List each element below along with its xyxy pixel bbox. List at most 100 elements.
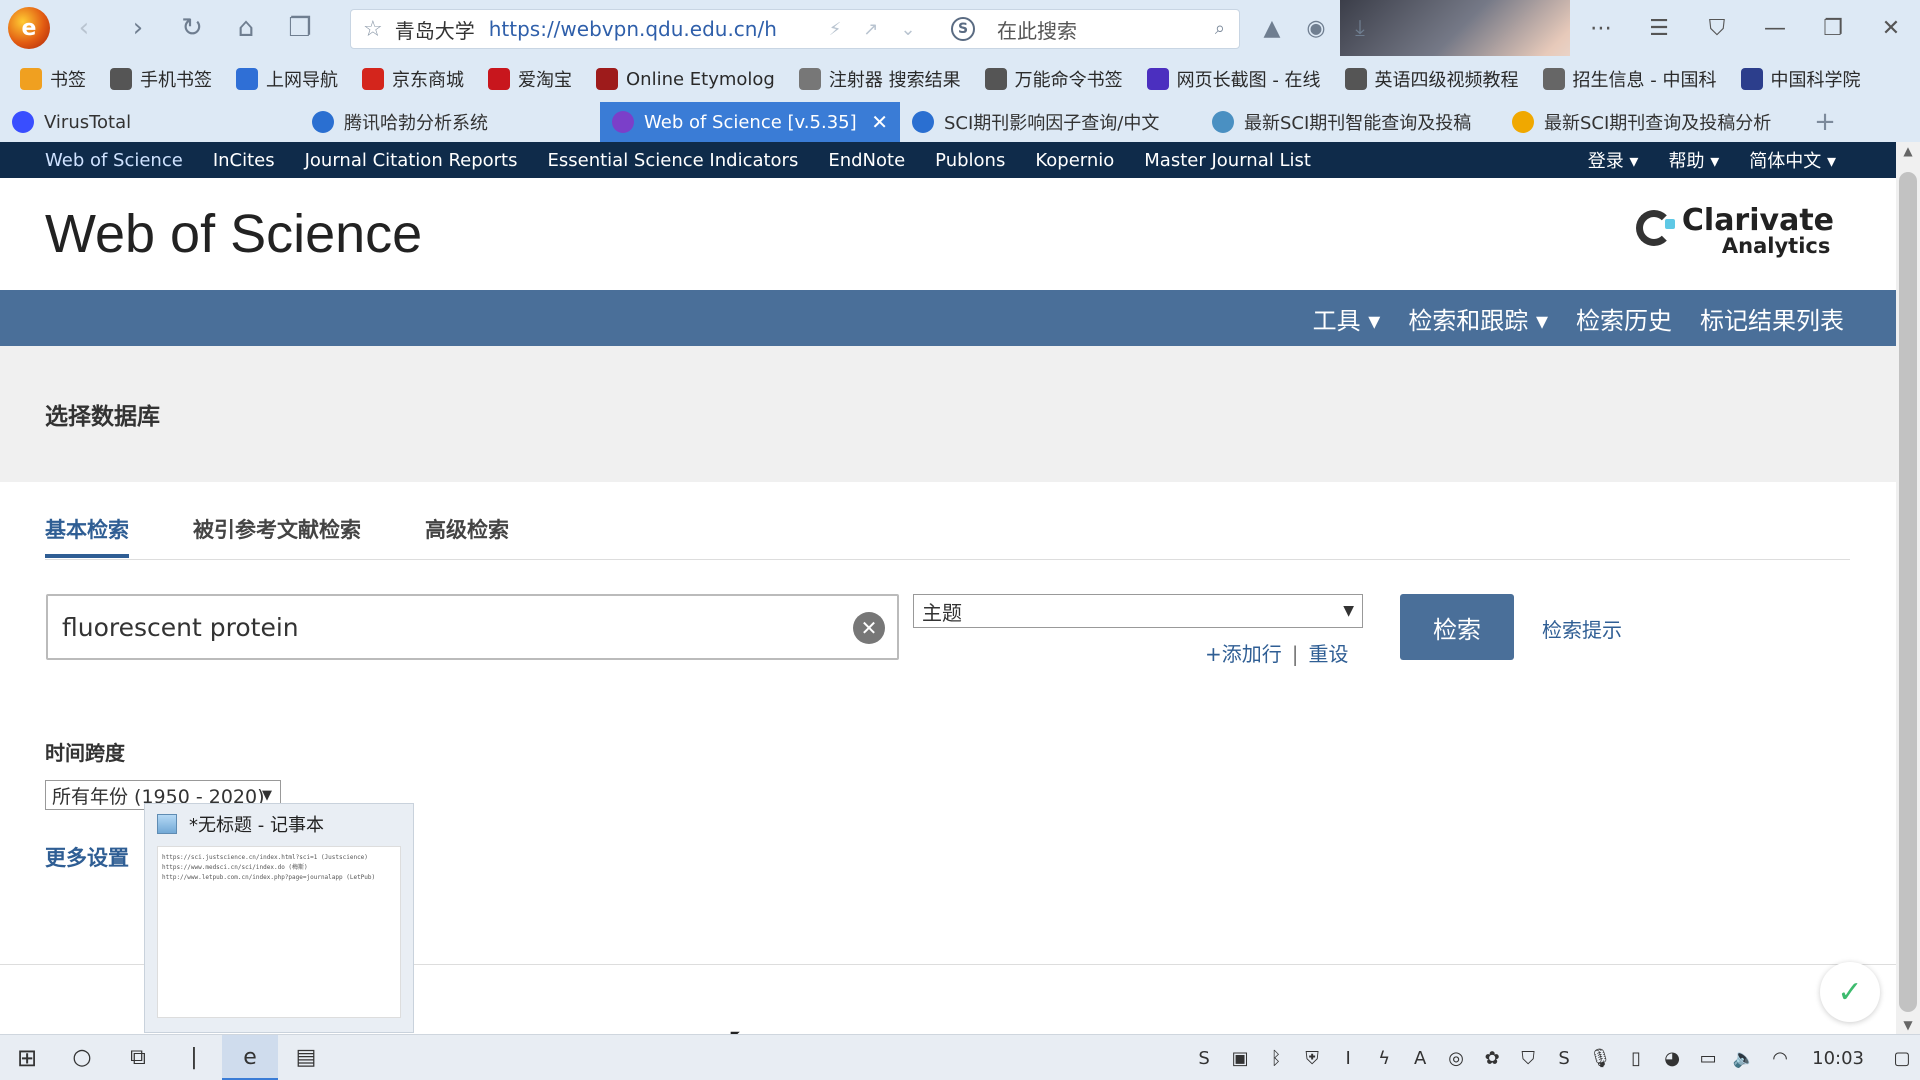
bookmark-item[interactable]: 爱淘宝 xyxy=(488,66,572,92)
search-history-link[interactable]: 检索历史 xyxy=(1576,301,1672,336)
shirt-icon[interactable]: ⛉ xyxy=(1688,16,1746,41)
bookmark-item[interactable]: 网页长截图 - 在线 xyxy=(1146,66,1321,92)
login-menu[interactable]: 登录 ▾ xyxy=(1588,147,1639,173)
bookmark-item[interactable]: 上网导航 xyxy=(236,66,338,92)
system-tray: S ▣ ᛒ ⛨ I ϟ A ◎ ✿ ⛉ S 🎙 ▯ ◕ ▭ 🔈 ◠ 10:03 … xyxy=(1186,1035,1920,1080)
notification-icon[interactable]: ▢ xyxy=(1884,1048,1920,1069)
reader-icon[interactable]: ❐ xyxy=(280,8,320,48)
select-database[interactable]: 选择数据库 xyxy=(0,346,1896,482)
topnav-esi[interactable]: Essential Science Indicators xyxy=(548,150,799,171)
browser-tab[interactable]: 最新SCI期刊智能查询及投稿 xyxy=(1200,102,1500,142)
sogou-icon[interactable]: S xyxy=(1546,1048,1582,1069)
url-text[interactable]: https://webvpn.qdu.edu.cn/h xyxy=(489,17,809,41)
clarivate-logo[interactable]: Clarivate Analytics xyxy=(1635,206,1834,257)
font-icon[interactable]: A xyxy=(1402,1048,1438,1069)
tab-cited-reference-search[interactable]: 被引参考文献检索 xyxy=(193,514,361,558)
new-tab-icon[interactable]: + xyxy=(1800,102,1850,142)
app-tray-icon[interactable]: ▣ xyxy=(1222,1048,1258,1069)
topnav-web-of-science[interactable]: Web of Science xyxy=(45,150,183,171)
bookmark-favicon-icon xyxy=(110,68,132,90)
bookmark-item[interactable]: Online Etymolog xyxy=(596,68,775,90)
chrome-tray-icon[interactable]: ◎ xyxy=(1438,1048,1474,1069)
bookmark-favicon-icon xyxy=(1344,68,1367,90)
tab-basic-search[interactable]: 基本检索 xyxy=(45,514,129,558)
address-bar[interactable]: ☆ 青岛大学 https://webvpn.qdu.edu.cn/h ⚡↗⌄ S… xyxy=(350,9,1240,49)
topnav-kopernio[interactable]: Kopernio xyxy=(1035,150,1114,171)
bookmark-item[interactable]: 注射器 搜索结果 xyxy=(798,66,961,92)
marked-list-link[interactable]: 标记结果列表 xyxy=(1700,301,1844,336)
notepad-taskbar-icon[interactable]: ▤ xyxy=(278,1035,334,1080)
browser-tab[interactable]: 腾讯哈勃分析系统 xyxy=(300,102,600,142)
input-icon[interactable]: I xyxy=(1330,1048,1366,1069)
close-icon[interactable]: ✕ xyxy=(1862,16,1920,41)
qq-icon[interactable]: ◕ xyxy=(1654,1048,1690,1069)
more-icon[interactable]: ⋯ xyxy=(1572,16,1630,41)
browser-logo[interactable]: e xyxy=(8,7,50,49)
restore-icon[interactable]: ❐ xyxy=(1804,16,1862,41)
search-icon[interactable]: ⌕ xyxy=(1215,18,1225,39)
bookmark-label: Online Etymolog xyxy=(626,68,775,90)
bookmark-item[interactable]: 万能命令书签 xyxy=(984,66,1123,92)
topnav-master-journal-list[interactable]: Master Journal List xyxy=(1144,150,1311,171)
topnav-publons[interactable]: Publons xyxy=(935,150,1005,171)
star-icon[interactable]: ☆ xyxy=(363,17,383,42)
browser-tab[interactable]: Web of Science [v.5.35] ✕ xyxy=(600,102,900,142)
battery-icon[interactable]: ▭ xyxy=(1690,1048,1726,1069)
language-menu[interactable]: 简体中文 ▾ xyxy=(1749,147,1836,173)
usb-icon[interactable]: ▯ xyxy=(1618,1048,1654,1069)
bookmark-item[interactable]: 书签 xyxy=(20,66,86,92)
game-icon[interactable]: ◉ xyxy=(1294,16,1338,41)
topnav-endnote[interactable]: EndNote xyxy=(828,150,905,171)
tab-advanced-search[interactable]: 高级检索 xyxy=(425,514,509,558)
tools-menu[interactable]: 工具 ▾ xyxy=(1313,301,1381,336)
browser-taskbar-icon[interactable]: e xyxy=(222,1034,278,1080)
download-icon[interactable]: ⤓ xyxy=(1338,16,1382,41)
refresh-icon[interactable]: ↻ xyxy=(172,8,212,48)
browser-tab[interactable]: VirusTotal xyxy=(0,102,300,142)
address-tool-icons[interactable]: ⚡↗⌄ xyxy=(829,19,938,40)
minimize-icon[interactable]: — xyxy=(1746,16,1804,41)
browser-tab[interactable]: 最新SCI期刊查询及投稿分析 xyxy=(1500,102,1800,142)
wifi-icon[interactable]: ◠ xyxy=(1762,1048,1798,1069)
help-menu[interactable]: 帮助 ▾ xyxy=(1668,147,1719,173)
tab-close-icon[interactable]: ✕ xyxy=(871,110,888,134)
extension-icon[interactable]: ▲ xyxy=(1250,16,1294,41)
shield-tray-icon[interactable]: ⛉ xyxy=(1510,1048,1546,1069)
bluetooth-icon[interactable]: ᛒ xyxy=(1258,1048,1294,1069)
search-engine-icon[interactable]: S xyxy=(951,17,975,41)
bookmark-item[interactable]: 英语四级视频教程 xyxy=(1344,66,1519,92)
bookmark-favicon-icon xyxy=(798,68,821,90)
task-view-icon[interactable]: ⧉ xyxy=(110,1035,166,1080)
bookmark-item[interactable]: 手机书签 xyxy=(110,66,212,92)
thunder-icon[interactable]: ϟ xyxy=(1366,1048,1402,1069)
cortana-icon[interactable]: ○ xyxy=(54,1035,110,1080)
page-scrollbar[interactable]: ▲ ▼ xyxy=(1896,142,1920,1034)
security-tray-icon[interactable]: ⛨ xyxy=(1294,1048,1330,1069)
topnav-incites[interactable]: InCites xyxy=(213,150,275,171)
forward-icon[interactable]: › xyxy=(118,8,158,48)
tabs-divider xyxy=(45,559,1850,560)
sync-icon[interactable]: ✿ xyxy=(1474,1048,1510,1069)
notepad-preview[interactable]: *无标题 - 记事本 https://sci.justscience.cn/in… xyxy=(144,803,414,1033)
topnav-jcr[interactable]: Journal Citation Reports xyxy=(305,150,518,171)
notepad-line: https://www.medsci.cn/sci/index.do (梅斯) xyxy=(162,864,308,871)
clock[interactable]: 10:03 xyxy=(1812,1048,1864,1069)
scroll-thumb[interactable] xyxy=(1899,172,1917,1012)
windows-start-icon[interactable]: ⊞ xyxy=(0,1044,54,1072)
page-title[interactable]: Web of Science xyxy=(45,203,422,265)
search-track-menu[interactable]: 检索和跟踪 ▾ xyxy=(1408,301,1548,336)
home-icon[interactable]: ⌂ xyxy=(226,8,266,48)
bookmark-item[interactable]: 招生信息 - 中国科 xyxy=(1542,66,1717,92)
volume-icon[interactable]: 🔈 xyxy=(1726,1048,1762,1069)
wps-icon[interactable]: S xyxy=(1186,1048,1222,1069)
scroll-down-icon[interactable]: ▼ xyxy=(1896,1018,1920,1032)
bookmark-item[interactable]: 京东商城 xyxy=(362,66,464,92)
microphone-icon[interactable]: 🎙 xyxy=(1582,1048,1618,1069)
bookmark-item[interactable]: 中国科学院 xyxy=(1740,66,1861,92)
menu-icon[interactable]: ☰ xyxy=(1630,16,1688,41)
back-icon[interactable]: ‹ xyxy=(64,8,104,48)
scroll-up-icon[interactable]: ▲ xyxy=(1896,144,1920,158)
browser-search-box[interactable]: S 在此搜索 xyxy=(951,10,1077,48)
browser-tab[interactable]: SCI期刊影响因子查询/中文 xyxy=(900,102,1200,142)
notepad-thumbnail: https://sci.justscience.cn/index.html?sc… xyxy=(157,846,401,1018)
